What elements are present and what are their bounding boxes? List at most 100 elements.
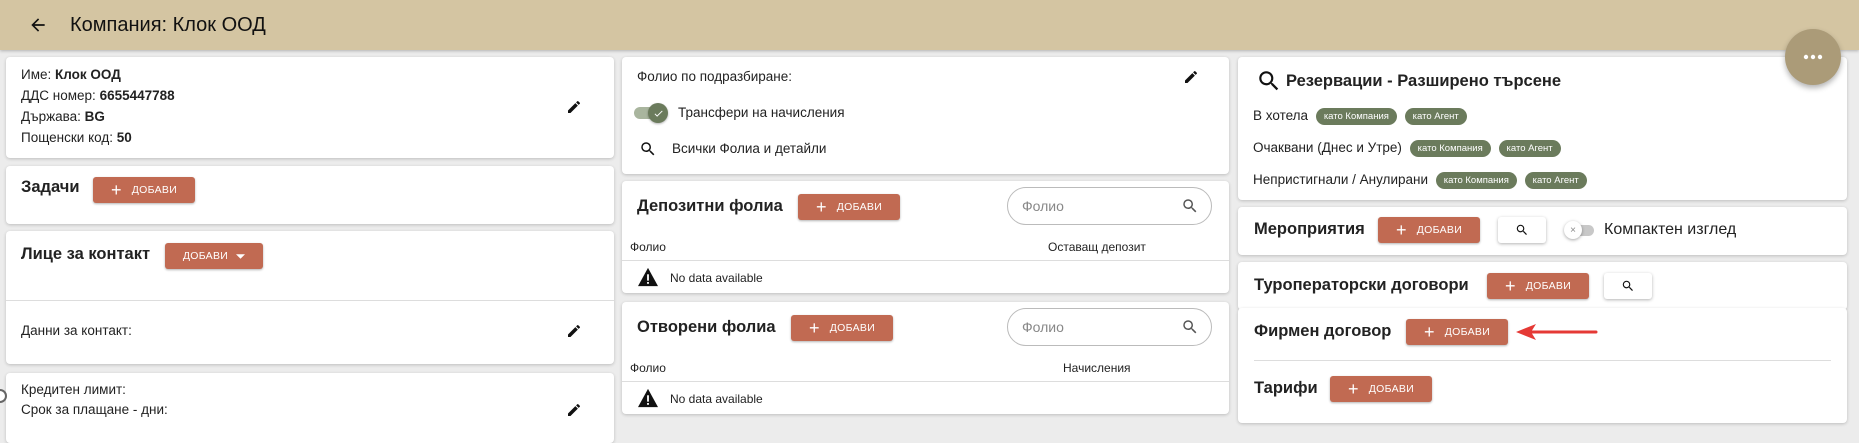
open-folio-search-input[interactable]: [1020, 318, 1164, 336]
reservation-row-in-hotel: В хотела като Компания като Агент: [1253, 108, 1467, 125]
vat-value: 6655447788: [99, 88, 175, 103]
edit-contact-pencil-icon[interactable]: [564, 321, 584, 341]
page-title: Компания: Клок ООД: [70, 13, 266, 36]
deposit-folio-search[interactable]: [1007, 187, 1212, 225]
as-agent-chip[interactable]: като Агент: [1524, 172, 1587, 189]
row-label: Непристигнали / Анулирани: [1253, 172, 1428, 188]
open-folios-title: Отворени фолиа: [637, 318, 776, 336]
search-icon[interactable]: [1180, 196, 1200, 216]
column-header-charges[interactable]: Начисления: [1063, 361, 1131, 375]
plus-icon: +: [1504, 276, 1516, 296]
compact-view-toggle[interactable]: ×: [1564, 221, 1594, 239]
event-search-button[interactable]: [1498, 217, 1546, 243]
column-header-folio[interactable]: Фолио: [630, 240, 666, 254]
add-task-label: ДОБАВИ: [131, 184, 178, 196]
name-label: Име:: [21, 67, 52, 82]
country-value: BG: [84, 109, 105, 124]
add-event-button[interactable]: + ДОБАВИ: [1378, 217, 1480, 243]
check-icon: [648, 103, 668, 123]
reservations-title: Резервации - Разширено търсене: [1286, 72, 1562, 90]
pointer-arrow-icon: [1516, 324, 1598, 340]
payment-terms-label: Срок за плащане - дни:: [21, 402, 168, 417]
plus-icon: +: [1347, 379, 1359, 399]
postcode-line: Пощенски код: 50: [21, 130, 132, 145]
vat-label: ДДС номер:: [21, 88, 96, 103]
postcode-value: 50: [116, 130, 132, 145]
company-contract-card: Фирмен договор + ДОБАВИ Тарифи + ДОБАВИ: [1238, 308, 1847, 423]
tour-contracts-title: Туроператорски договори: [1254, 276, 1469, 294]
transfers-toggle[interactable]: [634, 102, 668, 123]
back-arrow-icon[interactable]: [26, 13, 50, 37]
close-icon: ×: [1564, 221, 1582, 239]
column-header-folio[interactable]: Фолио: [630, 361, 666, 375]
search-icon: [1256, 68, 1282, 94]
tour-contract-search-button[interactable]: [1604, 273, 1652, 299]
row-label: Очаквани (Днес и Утре): [1253, 140, 1402, 156]
column-header-remaining-deposit[interactable]: Оставащ депозит: [1048, 240, 1146, 254]
as-company-chip[interactable]: като Компания: [1435, 172, 1517, 189]
tasks-title: Задачи: [21, 178, 80, 196]
plus-icon: +: [110, 180, 122, 200]
postcode-label: Пощенски код:: [21, 130, 113, 145]
deposit-folios-title: Депозитни фолиа: [637, 197, 783, 215]
open-folio-search[interactable]: [1007, 308, 1212, 346]
tariffs-title: Тарифи: [1254, 379, 1318, 397]
country-line: Държава: BG: [21, 109, 105, 124]
add-contact-label: ДОБАВИ: [182, 250, 229, 262]
company-name-line: Име: Клок ООД: [21, 67, 121, 82]
reservation-row-expected: Очаквани (Днес и Утре) като Компания кат…: [1253, 140, 1561, 157]
country-label: Държава:: [21, 109, 81, 124]
more-actions-button[interactable]: [1785, 29, 1841, 85]
reservations-card: Резервации - Разширено търсене В хотела …: [1238, 57, 1847, 200]
edit-folio-pencil-icon[interactable]: [1181, 67, 1201, 87]
tour-contracts-card: Туроператорски договори + ДОБАВИ: [1238, 262, 1847, 310]
add-tariff-label: ДОБАВИ: [1368, 383, 1415, 395]
empty-state-text: No data available: [670, 271, 763, 285]
warning-icon: [637, 388, 659, 408]
add-deposit-label: ДОБАВИ: [836, 201, 883, 213]
credit-limit-label: Кредитен лимит:: [21, 382, 126, 397]
tasks-card: Задачи + ДОБАВИ: [6, 166, 614, 224]
plus-icon: +: [1395, 220, 1407, 240]
name-value: Клок ООД: [55, 67, 121, 82]
add-deposit-folio-button[interactable]: + ДОБАВИ: [798, 194, 900, 220]
edit-company-pencil-icon[interactable]: [564, 97, 584, 117]
add-tour-contract-button[interactable]: + ДОБАВИ: [1487, 273, 1589, 299]
add-contact-dropdown-button[interactable]: ДОБАВИ: [165, 243, 263, 269]
add-tariff-button[interactable]: + ДОБАВИ: [1330, 376, 1432, 402]
company-contract-title: Фирмен договор: [1254, 322, 1392, 340]
add-task-button[interactable]: + ДОБАВИ: [93, 177, 195, 203]
folio-settings-card: Фолио по подразбиране: Трансфери на начи…: [622, 57, 1229, 174]
as-company-chip[interactable]: като Компания: [1409, 140, 1491, 157]
as-company-chip[interactable]: като Компания: [1315, 108, 1397, 125]
row-label: В хотела: [1253, 108, 1309, 124]
add-company-contract-button[interactable]: + ДОБАВИ: [1406, 319, 1508, 345]
as-agent-chip[interactable]: като Агент: [1498, 140, 1561, 157]
add-open-folio-label: ДОБАВИ: [829, 322, 876, 334]
plus-icon: +: [808, 318, 820, 338]
company-info-card: Име: Клок ООД ДДС номер: 6655447788 Държ…: [6, 57, 614, 158]
contract-divider: [1254, 360, 1831, 361]
deposit-folios-card: Депозитни фолиа + ДОБАВИ Фолио Оставащ де…: [622, 181, 1229, 293]
vat-line: ДДС номер: 6655447788: [21, 88, 175, 103]
table-header-divider: [622, 260, 1229, 261]
contact-data-label: Данни за контакт:: [21, 323, 132, 338]
contact-divider: [6, 300, 614, 301]
deposit-folio-search-input[interactable]: [1020, 197, 1164, 215]
search-icon[interactable]: [1180, 317, 1200, 337]
search-icon[interactable]: [638, 139, 658, 159]
empty-state-text: No data available: [670, 392, 763, 406]
caret-down-icon: [236, 253, 246, 259]
table-header-divider: [622, 381, 1229, 382]
add-tour-contract-label: ДОБАВИ: [1525, 280, 1572, 292]
default-folio-label: Фолио по подразбиране:: [637, 69, 793, 84]
add-open-folio-button[interactable]: + ДОБАВИ: [791, 315, 893, 341]
add-company-contract-label: ДОБАВИ: [1444, 326, 1491, 338]
open-folios-card: Отворени фолиа +ДОБАВИ Фолио Начисления …: [622, 302, 1229, 414]
contact-card: Лице за контакт ДОБАВИ Данни за контакт:: [6, 231, 614, 364]
all-folios-link[interactable]: Всички Фолиа и детайли: [672, 141, 826, 156]
events-title: Мероприятия: [1254, 220, 1365, 238]
as-agent-chip[interactable]: като Агент: [1404, 108, 1467, 125]
add-event-label: ДОБАВИ: [1416, 224, 1463, 236]
edit-credit-pencil-icon[interactable]: [564, 400, 584, 420]
